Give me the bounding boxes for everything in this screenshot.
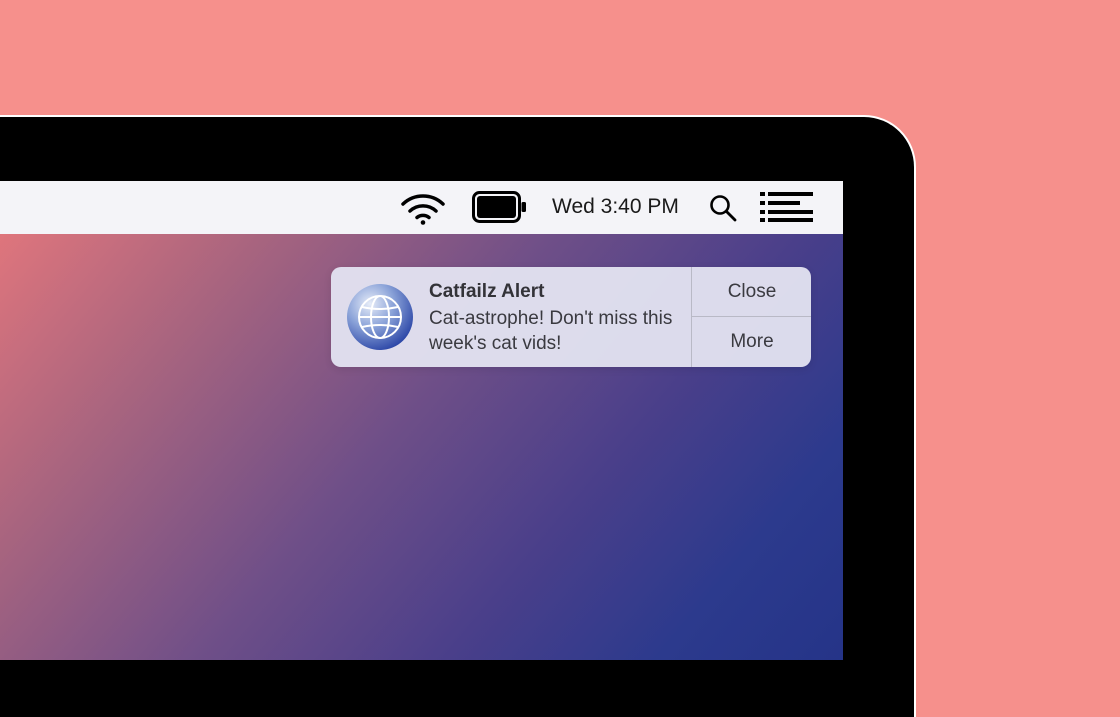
battery-icon[interactable] bbox=[472, 191, 528, 223]
globe-icon bbox=[347, 284, 413, 350]
close-button[interactable]: Close bbox=[692, 267, 811, 317]
desktop-screen: Wed 3:40 PM Catfailz Alert Cat-astrophe!… bbox=[0, 181, 843, 660]
notification-title: Catfailz Alert bbox=[429, 281, 545, 302]
list-icon[interactable] bbox=[759, 191, 815, 223]
more-button[interactable]: More bbox=[692, 317, 811, 367]
menu-bar: Wed 3:40 PM bbox=[0, 181, 843, 234]
search-icon[interactable] bbox=[708, 193, 738, 223]
notification-actions: Close More bbox=[691, 267, 811, 367]
notification-body: Cat-astrophe! Don't miss this week's cat… bbox=[429, 308, 673, 354]
menubar-clock[interactable]: Wed 3:40 PM bbox=[552, 195, 679, 219]
notification-banner[interactable]: Catfailz Alert Cat-astrophe! Don't miss … bbox=[331, 267, 811, 367]
wifi-icon[interactable] bbox=[400, 193, 446, 225]
